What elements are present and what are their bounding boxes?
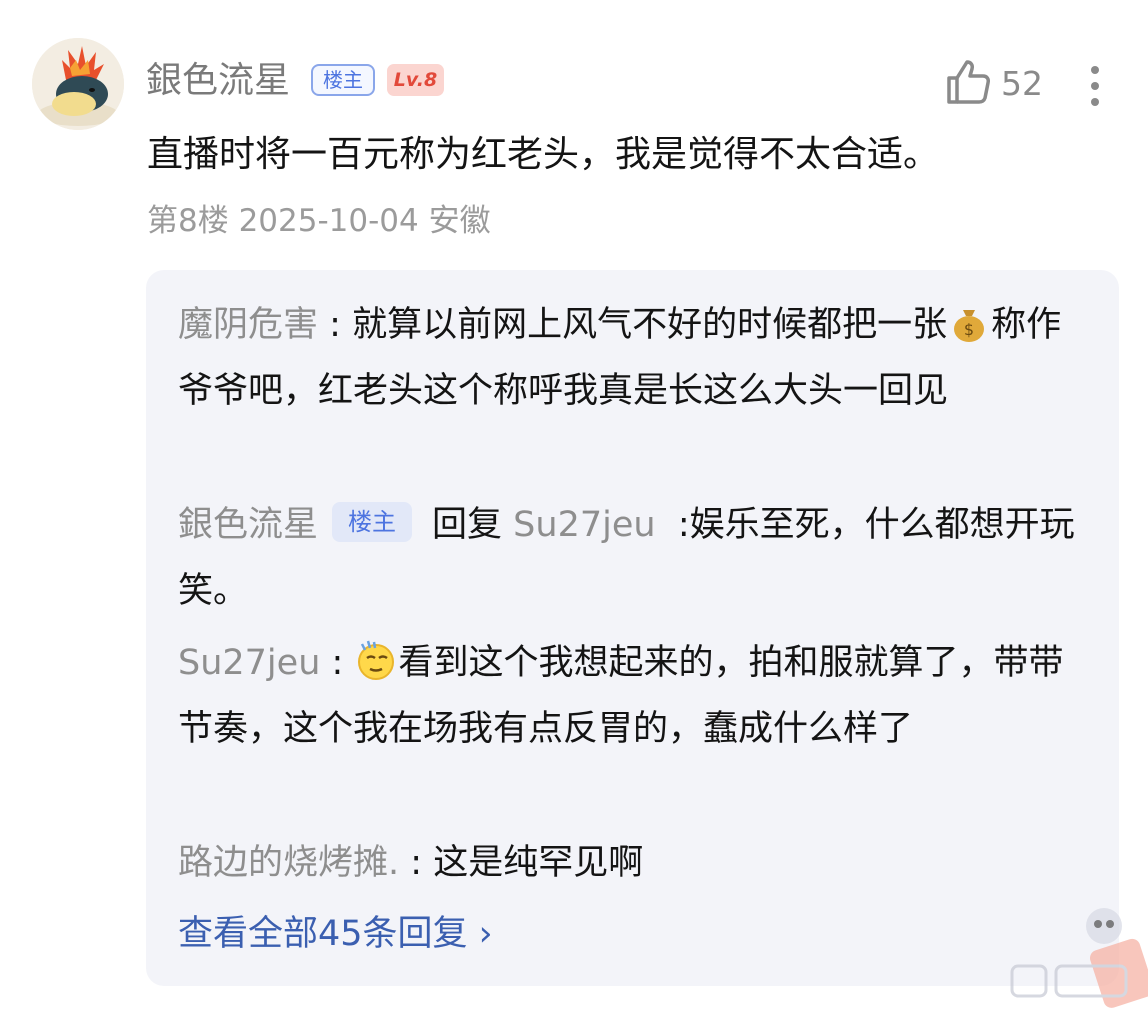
more-options-button[interactable] (1080, 64, 1110, 108)
like-count: 52 (1001, 64, 1043, 103)
thinking-emoji-icon (354, 638, 398, 682)
reply-author[interactable]: 銀色流星 (178, 505, 318, 545)
money-bag-icon: $ (947, 300, 991, 344)
replies-panel: 魔阴危害 : 就算以前网上风气不好的时候都把一张 $ 称作爷爷吧，红老头这个称呼我真… (146, 270, 1119, 986)
cyndaquil-avatar-image (32, 38, 124, 130)
op-badge: 楼主 (332, 502, 413, 542)
thumbs-up-icon (947, 60, 990, 104)
op-badge: 楼主 (311, 64, 375, 96)
reply-to-user[interactable]: Su27jeu (513, 505, 655, 545)
reply-text: 这是纯罕见啊 (433, 843, 644, 883)
reply-item[interactable]: 路边的烧烤摊. : 这是纯罕见啊 (178, 830, 1093, 896)
reply-item[interactable]: 魔阴危害 : 就算以前网上风气不好的时候都把一张 $ 称作爷爷吧，红老头这个称呼我真… (178, 292, 1093, 424)
reply-author[interactable]: 路边的烧烤摊. (178, 843, 399, 883)
view-all-replies-link[interactable]: 查看全部45条回复 › (178, 906, 493, 962)
comment-text: 直播时将一百元称为红老头，我是觉得不太合适。 (147, 134, 940, 175)
svg-text:$: $ (964, 320, 974, 339)
reply-author[interactable]: 魔阴危害 (178, 305, 318, 345)
reply-item[interactable]: 銀色流星 楼主 回复 Su27jeu :娱乐至死，什么都想开玩笑。 (178, 492, 1093, 624)
like-button[interactable]: 52 (945, 56, 1045, 112)
avatar[interactable] (32, 38, 124, 130)
more-vertical-icon (1091, 66, 1099, 74)
reply-author[interactable]: Su27jeu (178, 643, 320, 683)
comment-meta: 第8楼 2025-10-04 安徽 (147, 203, 491, 239)
level-badge: Lv.8 (387, 64, 444, 96)
watermark-sticker (1000, 896, 1148, 1012)
comment-author-name[interactable]: 銀色流星 (146, 56, 290, 106)
reply-item[interactable]: Su27jeu : 看到这个我想起来的，拍和服就算了，带带节奏，这个我在场我有点… (178, 630, 1093, 762)
reply-word: 回复 (432, 505, 503, 545)
